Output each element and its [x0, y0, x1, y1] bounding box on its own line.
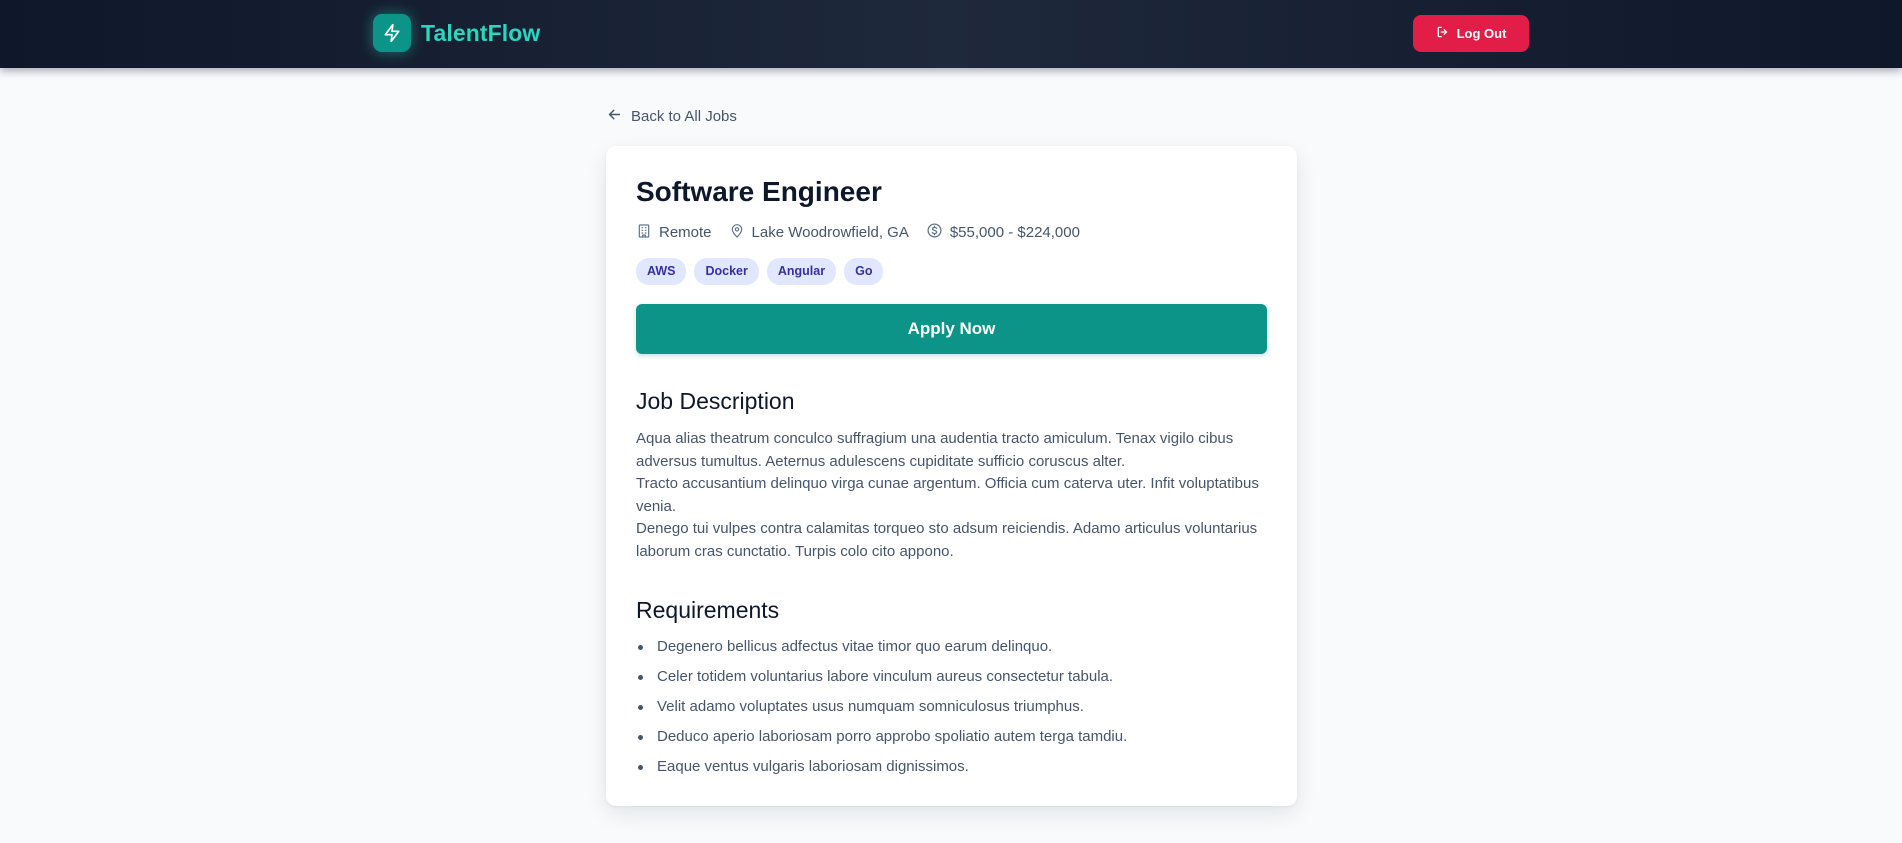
brand-name: TalentFlow [421, 19, 541, 46]
job-title: Software Engineer [636, 176, 882, 207]
job-description: Aqua alias theatrum conculco suffragium … [636, 428, 1267, 564]
description-paragraph: Aqua alias theatrum conculco suffragium … [636, 430, 1234, 470]
top-navbar: TalentFlow Log Out [0, 0, 1902, 68]
brand-logo[interactable]: TalentFlow [373, 14, 540, 52]
log-out-icon [1436, 25, 1450, 42]
lightning-bolt-icon [373, 14, 411, 52]
skill-tags: AWS Docker Angular Go [636, 258, 1267, 285]
building-icon [636, 223, 652, 243]
skill-tag: AWS [636, 258, 687, 285]
requirement-item: Degenero bellicus adfectus vitae timor q… [636, 637, 1267, 657]
description-paragraph: Tracto accusantium delinquo virga cunae … [636, 475, 1259, 515]
requirements-list: Degenero bellicus adfectus vitae timor q… [636, 637, 1267, 777]
job-meta: Remote Lake Woodrowfield, GA $55,000 - $… [636, 222, 1267, 243]
requirement-item: Velit adamo voluptates usus numquam somn… [636, 697, 1267, 717]
skill-tag: Docker [694, 258, 759, 285]
job-salary: $55,000 - $224,000 [926, 222, 1080, 243]
skill-tag: Angular [766, 258, 837, 285]
arrow-left-icon [606, 106, 623, 127]
apply-now-button[interactable]: Apply Now [636, 304, 1267, 354]
location-label: Lake Woodrowfield, GA [751, 224, 909, 241]
work-type: Remote [636, 223, 712, 243]
requirement-item: Eaque ventus vulgaris laboriosam digniss… [636, 757, 1267, 777]
back-to-jobs-link[interactable]: Back to All Jobs [606, 106, 737, 127]
requirements-heading: Requirements [636, 596, 780, 623]
dollar-circle-icon [926, 222, 943, 243]
job-location: Lake Woodrowfield, GA [729, 223, 909, 243]
requirement-item: Deduco aperio laboriosam porro approbo s… [636, 727, 1267, 747]
requirement-item: Celer totidem voluntarius labore vinculu… [636, 667, 1267, 687]
back-link-label: Back to All Jobs [631, 108, 737, 125]
job-description-heading: Job Description [636, 388, 795, 414]
map-pin-icon [729, 223, 745, 243]
description-paragraph: Denego tui vulpes contra calamitas torqu… [636, 520, 1258, 560]
skill-tag: Go [844, 258, 884, 285]
salary-label: $55,000 - $224,000 [949, 224, 1080, 241]
logout-label: Log Out [1456, 26, 1507, 41]
logout-button[interactable]: Log Out [1413, 15, 1529, 52]
job-detail-card: Software Engineer Remote Lake Woodrowfie… [606, 146, 1297, 806]
work-type-label: Remote [659, 224, 712, 241]
